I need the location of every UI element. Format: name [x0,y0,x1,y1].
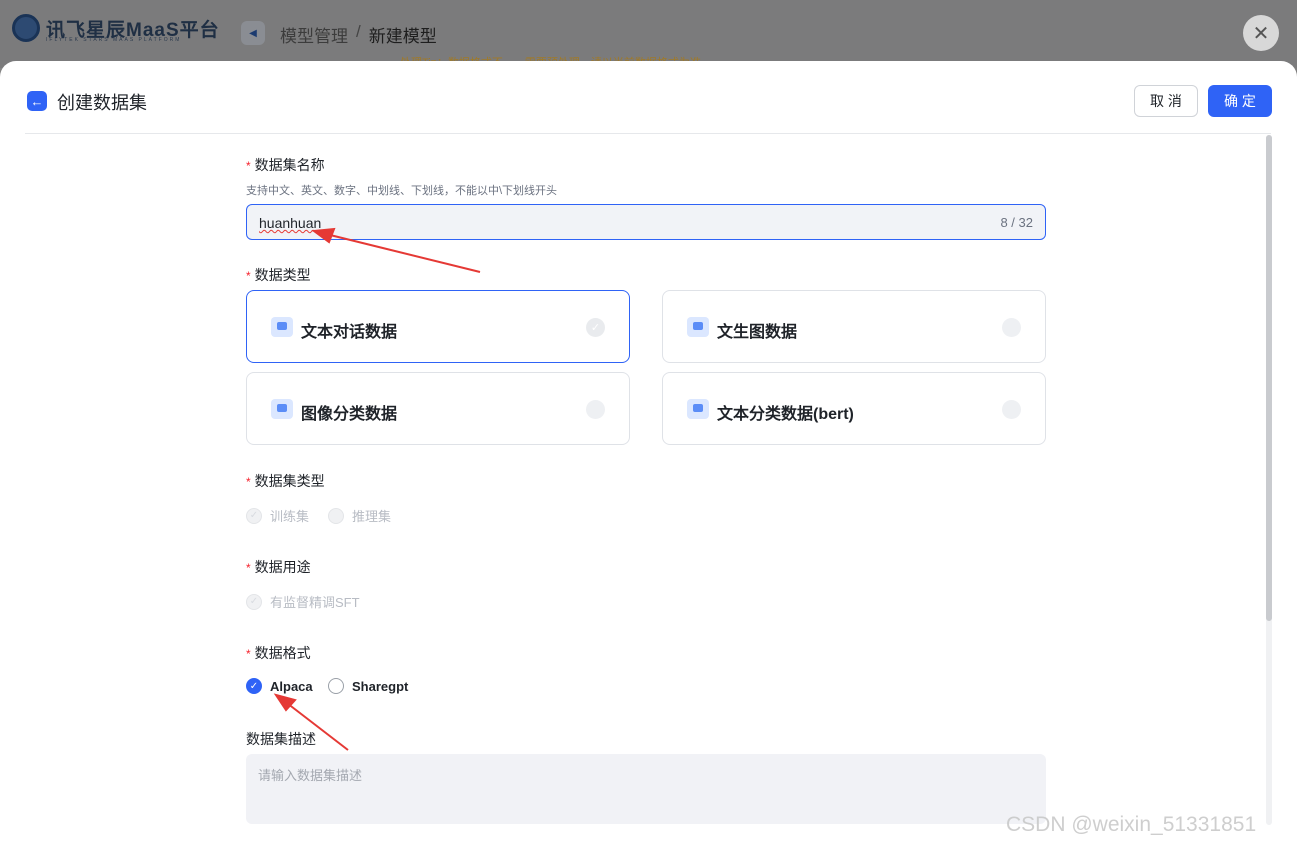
dataset-name-value[interactable]: huanhuan [259,215,321,231]
page-title: 创建数据集 [57,93,147,113]
format-label: * 数据格式 [246,645,311,661]
set-type-option-train[interactable]: ✓ 训练集 [246,506,309,525]
close-icon[interactable]: ✕ [1243,15,1279,51]
watermark: CSDN @weixin_51331851 [1006,813,1257,836]
check-icon[interactable]: ✓ [586,318,605,337]
radio-icon[interactable] [1002,318,1021,337]
breadcrumb-current: 新建模型 [368,27,437,46]
data-type-card-label: 图像分类数据 [301,406,398,423]
logo-subtitle: IFLYTEK STARS MAAS PLATFORM [46,37,182,43]
set-type-option-inference[interactable]: 推理集 [328,506,391,525]
cancel-button[interactable]: 取 消 [1134,85,1198,117]
usage-label: * 数据用途 [246,559,311,575]
radio-icon [328,507,344,524]
required-mark: * [246,647,251,661]
back-arrow-icon[interactable]: ← [27,91,47,111]
required-mark: * [246,269,251,283]
check-icon: ✓ [246,678,262,694]
radio-icon [328,678,344,694]
usage-option-sft[interactable]: ✓ 有监督精调SFT [246,592,360,611]
check-icon: ✓ [246,593,262,610]
name-label: * 数据集名称 [246,157,325,173]
data-type-card-text-to-image[interactable]: 文生图数据 [662,290,1046,363]
data-type-card-text-classification[interactable]: 文本分类数据(bert) [662,372,1046,445]
name-hint: 支持中文、英文、数字、中划线、下划线，不能以中\下划线开头 [246,185,558,197]
description-label: 数据集描述 [246,731,316,747]
required-mark: * [246,475,251,489]
image-grid-icon [271,399,293,419]
confirm-button[interactable]: 确 定 [1208,85,1272,117]
logo-mark-icon [12,14,40,42]
data-type-card-image-classification[interactable]: 图像分类数据 [246,372,630,445]
text-classify-icon [687,399,709,419]
required-mark: * [246,159,251,173]
dataset-name-input[interactable]: huanhuan 8 / 32 [246,204,1046,240]
data-type-card-label: 文本分类数据(bert) [717,406,854,423]
char-counter: 8 / 32 [1000,215,1033,230]
breadcrumb: 模型管理 / 新建模型 [280,22,437,47]
data-type-card-label: 文生图数据 [717,324,798,341]
radio-icon[interactable] [1002,400,1021,419]
breadcrumb-separator: / [356,22,361,41]
format-option-alpaca[interactable]: ✓ Alpaca [246,678,313,694]
set-type-label: * 数据集类型 [246,473,325,489]
description-textarea[interactable]: 请输入数据集描述 [246,754,1046,824]
chat-icon [271,317,293,337]
drawer-header: ← 创建数据集 取 消 确 定 [25,61,1272,134]
data-type-label: * 数据类型 [246,267,311,283]
data-type-card-text-dialog[interactable]: 文本对话数据 ✓ [246,290,630,363]
check-icon: ✓ [246,507,262,524]
breadcrumb-parent[interactable]: 模型管理 [280,22,348,47]
image-sparkle-icon [687,317,709,337]
format-option-sharegpt[interactable]: Sharegpt [328,678,408,694]
description-placeholder: 请输入数据集描述 [258,768,363,783]
scrollbar-thumb[interactable] [1266,135,1272,621]
collapse-icon[interactable]: ◀ [241,21,265,45]
radio-icon[interactable] [586,400,605,419]
scrollbar[interactable] [1266,135,1272,825]
required-mark: * [246,561,251,575]
data-type-card-label: 文本对话数据 [301,324,398,341]
create-dataset-drawer: ← 创建数据集 取 消 确 定 [0,61,1297,847]
